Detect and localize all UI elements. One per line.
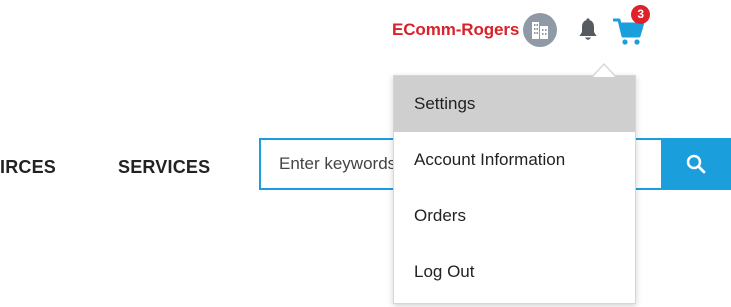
search-icon xyxy=(686,154,706,174)
account-name-link[interactable]: EComm-Rogers xyxy=(392,20,519,40)
menu-item-orders[interactable]: Orders xyxy=(394,188,635,244)
menu-item-account-information[interactable]: Account Information xyxy=(394,132,635,188)
account-bar: EComm-Rogers 3 xyxy=(392,5,651,48)
account-dropdown-menu: Settings Account Information Orders Log … xyxy=(393,75,636,304)
cart-button[interactable]: 3 xyxy=(613,5,651,46)
nav-item-services[interactable]: SERVICES xyxy=(118,157,210,178)
menu-item-log-out[interactable]: Log Out xyxy=(394,244,635,300)
nav-item-resources[interactable]: IRCES xyxy=(0,157,56,178)
cart-count-badge: 3 xyxy=(631,5,651,24)
bell-icon xyxy=(579,18,597,40)
building-icon xyxy=(532,22,549,39)
search-button[interactable] xyxy=(661,138,731,190)
dropdown-caret-fill xyxy=(593,65,615,77)
menu-item-settings[interactable]: Settings xyxy=(394,76,635,132)
notifications-button[interactable] xyxy=(576,17,600,43)
account-avatar[interactable] xyxy=(523,13,558,47)
